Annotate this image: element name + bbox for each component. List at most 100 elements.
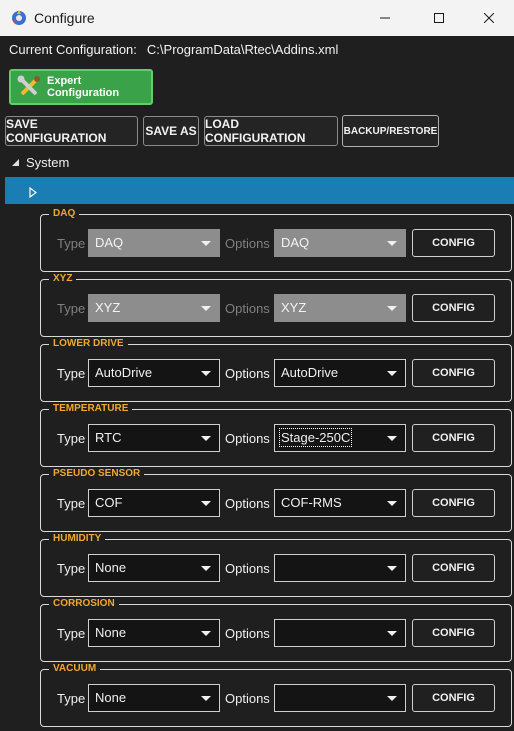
type-label: Type [57,626,86,641]
type-select[interactable]: DAQ [88,229,220,257]
type-label: Type [57,561,86,576]
dropdown-arrow-icon [387,306,397,311]
config-button[interactable]: CONFIG [412,424,495,452]
dropdown-arrow-icon [387,566,397,571]
group-temperature: TEMPERATURE Type RTC Options Stage-250C CONFI… [40,402,512,467]
dropdown-arrow-icon [387,501,397,506]
group-title: PSEUDO SENSOR [49,467,145,481]
backup-restore-button[interactable]: BACKUP/RESTORE [342,115,439,147]
load-configuration-button[interactable]: LOAD CONFIGURATION [204,116,338,146]
options-select-value: XYZ [281,300,307,315]
dropdown-arrow-icon [387,241,397,246]
group-xyz: XYZ Type XYZ Options XYZ CONFIG [40,272,512,337]
type-select-value: None [95,625,127,640]
maximize-button[interactable] [416,0,462,36]
options-label: Options [225,236,270,251]
config-button[interactable]: CONFIG [412,489,495,517]
type-select-value: RTC [95,430,122,445]
group-title: CORROSION [49,597,119,611]
dropdown-arrow-icon [201,371,211,376]
save-configuration-button[interactable]: SAVE CONFIGURATION [5,116,138,146]
options-select[interactable]: Stage-250C [274,424,406,452]
group-pseudo-sensor: PSEUDO SENSOR Type COF Options COF-RMS CONFIG [40,467,512,532]
type-select[interactable]: AutoDrive [88,359,220,387]
options-select-value: COF-RMS [281,495,342,510]
dropdown-arrow-icon [387,631,397,636]
type-label: Type [57,301,86,316]
group-title: TEMPERATURE [49,402,133,416]
group-corrosion: CORROSION Type None Options CONFIG [40,597,512,662]
options-label: Options [225,366,270,381]
options-select[interactable] [274,684,406,712]
type-select-value: None [95,690,127,705]
group-humidity: HUMIDITY Type None Options CONFIG [40,532,512,597]
options-label: Options [225,496,270,511]
config-button[interactable]: CONFIG [412,619,495,647]
config-button[interactable]: CONFIG [412,684,495,712]
dropdown-arrow-icon [387,371,397,376]
type-label: Type [57,236,86,251]
expand-triangle-icon[interactable] [29,185,37,203]
dropdown-arrow-icon [201,241,211,246]
expert-configuration-label: Expert Configuration [47,75,120,99]
options-select[interactable]: DAQ [274,229,406,257]
type-select-value: XYZ [95,300,121,315]
options-select-value: Stage-250C [278,428,353,447]
options-select-value: AutoDrive [281,365,339,380]
options-select[interactable] [274,619,406,647]
type-select[interactable]: COF [88,489,220,517]
dropdown-arrow-icon [201,306,211,311]
type-select[interactable]: XYZ [88,294,220,322]
group-title: LOWER DRIVE [49,337,128,351]
type-select-value: None [95,560,127,575]
config-button[interactable]: CONFIG [412,359,495,387]
tools-icon [15,73,43,101]
group-title: DAQ [49,207,80,221]
type-select-value: DAQ [95,235,124,250]
type-label: Type [57,496,86,511]
current-configuration: Current Configuration: C:\ProgramData\Rte… [9,42,338,57]
options-select[interactable]: COF-RMS [274,489,406,517]
group-title: HUMIDITY [49,532,106,546]
options-label: Options [225,626,270,641]
group-daq: DAQ Type DAQ Options DAQ CONFIG [40,207,512,272]
current-configuration-label: Current Configuration: [9,42,137,57]
title-bar: Configure [0,0,514,36]
config-button[interactable]: CONFIG [412,294,495,322]
tree-node-selected[interactable] [5,177,514,204]
options-select-value: DAQ [281,235,310,250]
type-label: Type [57,691,86,706]
type-select[interactable]: None [88,554,220,582]
options-select[interactable] [274,554,406,582]
dropdown-arrow-icon [387,696,397,701]
group-title: XYZ [49,272,77,286]
dropdown-arrow-icon [201,436,211,441]
dropdown-arrow-icon [201,696,211,701]
group-title: VACUUM [49,662,101,676]
type-select[interactable]: RTC [88,424,220,452]
tree-node-system[interactable]: System [11,155,69,170]
type-label: Type [57,431,86,446]
type-select[interactable]: None [88,619,220,647]
group-lower-drive: LOWER DRIVE Type AutoDrive Options AutoDrive… [40,337,512,402]
options-select[interactable]: XYZ [274,294,406,322]
expert-configuration-button[interactable]: Expert Configuration [9,69,153,105]
window-title: Configure [34,10,95,26]
dropdown-arrow-icon [387,436,397,441]
current-configuration-path: C:\ProgramData\Rtec\Addins.xml [146,42,339,57]
save-as-button[interactable]: SAVE AS [143,116,199,146]
collapse-triangle-icon[interactable] [11,155,20,170]
config-button[interactable]: CONFIG [412,229,495,257]
options-label: Options [225,561,270,576]
options-select[interactable]: AutoDrive [274,359,406,387]
tree-node-system-label: System [26,155,70,170]
group-vacuum: VACUUM Type None Options CONFIG [40,662,512,727]
app-icon [10,9,28,27]
type-select[interactable]: None [88,684,220,712]
dropdown-arrow-icon [201,501,211,506]
minimize-button[interactable] [362,0,408,36]
type-select-value: COF [95,495,123,510]
config-button[interactable]: CONFIG [412,554,495,582]
options-label: Options [225,301,270,316]
close-button[interactable] [466,0,512,36]
